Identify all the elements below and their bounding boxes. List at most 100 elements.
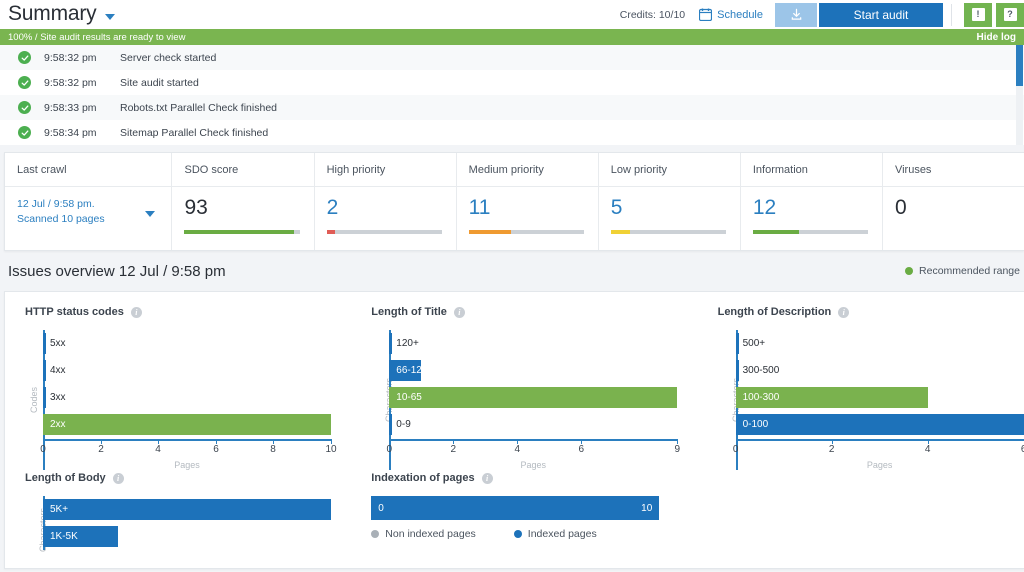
bar-label: 0-100 xyxy=(742,419,769,430)
bar[interactable] xyxy=(43,333,46,354)
bar[interactable] xyxy=(389,414,393,435)
bar[interactable] xyxy=(43,499,331,520)
question-mark-icon: ? xyxy=(1003,8,1017,21)
plot-area: 5xx 4xx 3xx 2xx 0 2 4 6 8 10 Pages xyxy=(40,330,337,470)
audit-log-list: 9:58:32 pm Server check started 9:58:32 … xyxy=(0,45,1024,145)
metric-medium-priority: Medium priority 11 xyxy=(456,153,599,250)
bar[interactable] xyxy=(735,333,739,354)
log-time: 9:58:34 pm xyxy=(44,126,97,139)
info-icon[interactable]: i xyxy=(453,306,465,318)
metric-header: Last crawl xyxy=(5,153,172,187)
log-time: 9:58:33 pm xyxy=(44,101,97,114)
info-icon[interactable]: i xyxy=(481,472,493,484)
metric-viruses: Viruses 0 xyxy=(882,153,1024,250)
help-button[interactable]: ? xyxy=(996,2,1024,27)
x-tick-label: 4 xyxy=(514,444,521,455)
metric-body[interactable]: 12 Jul / 9:58 pm. Scanned 10 pages xyxy=(5,187,171,250)
metric-meter-fill xyxy=(184,230,294,234)
x-tick-label: 10 xyxy=(325,444,337,455)
hide-log-button[interactable]: Hide log xyxy=(977,32,1016,43)
bar[interactable] xyxy=(735,360,739,381)
info-icon[interactable]: i xyxy=(838,306,850,318)
legend-item[interactable]: Indexed pages xyxy=(513,528,597,540)
bar-row: 120+ xyxy=(389,330,677,357)
x-tick-labels: 0 2 4 6 8 10 xyxy=(40,444,336,460)
bar[interactable] xyxy=(43,360,46,381)
chart-length-of-title: Length of TitleiCharacters120+66-12010-6… xyxy=(351,302,697,470)
x-tick-label: 4 xyxy=(924,444,931,455)
x-tick-label: 6 xyxy=(578,444,585,455)
stacked-bar-chart: 0 10 Non indexed pages Indexed pages xyxy=(371,496,697,540)
bar-row: 0 10 xyxy=(371,496,660,520)
bar-label: 5xx xyxy=(50,338,66,349)
bar[interactable] xyxy=(43,414,331,435)
metric-value[interactable]: 5 xyxy=(611,197,726,219)
bar-row: 5xx xyxy=(43,330,331,357)
metric-meter-fill xyxy=(326,230,335,234)
bar-indexed[interactable] xyxy=(371,496,660,520)
scanned-pages[interactable]: Scanned 10 pages xyxy=(17,212,157,227)
start-audit-button[interactable]: Start audit xyxy=(819,2,943,27)
x-axis-label: Pages xyxy=(174,460,200,470)
chart-spacer xyxy=(698,470,1024,568)
metric-meter xyxy=(610,230,726,234)
metric-value[interactable]: 11 xyxy=(469,197,584,219)
x-tick-label: 9 xyxy=(674,444,681,455)
title-dropdown-caret-icon[interactable] xyxy=(105,13,116,20)
schedule-label: Schedule xyxy=(717,8,763,21)
legend-dot-icon xyxy=(513,530,522,538)
credits-label: Credits: 10/10 xyxy=(619,8,686,21)
log-message: Sitemap Parallel Check finished xyxy=(120,126,269,139)
metric-meter xyxy=(184,230,300,234)
log-message: Site audit started xyxy=(120,76,199,89)
info-icon[interactable]: i xyxy=(112,472,124,484)
export-button[interactable] xyxy=(775,2,817,27)
chart-title-text: Indexation of pages xyxy=(371,472,475,484)
bar-label: 120+ xyxy=(396,338,419,349)
bar[interactable] xyxy=(735,414,1024,435)
bar-label: 500+ xyxy=(742,338,766,349)
bar[interactable] xyxy=(43,387,46,408)
x-tick-label: 2 xyxy=(98,444,104,455)
bar-chart: Codes 5xx 4xx 3xx 2xx 0 2 4 6 8 10 Pages xyxy=(25,330,351,470)
non-indexed-value: 0 xyxy=(378,503,384,514)
bar-row: 3xx xyxy=(43,384,331,411)
bar-label: 4xx xyxy=(50,365,66,376)
chevron-down-icon[interactable] xyxy=(145,211,156,217)
bar-row: 300-500 xyxy=(735,357,1024,384)
bar-label: 66-120 xyxy=(396,365,428,376)
site-audit-summary-page: Summary Credits: 10/10 Schedule Start au… xyxy=(0,0,1024,572)
x-tick-labels: 0246 xyxy=(733,444,1024,460)
chart-http-status-codes: HTTP status codes i Codes 5xx 4xx 3xx 2xx 0 2 4 6 8… xyxy=(5,302,351,470)
x-axis-line xyxy=(735,439,1024,444)
legend-dot-icon xyxy=(371,530,380,538)
header-divider xyxy=(951,3,952,26)
metric-value[interactable]: 12 xyxy=(753,197,868,219)
log-row: 9:58:32 pm Server check started xyxy=(0,45,1024,70)
bar[interactable] xyxy=(389,333,393,354)
last-crawl-date[interactable]: 12 Jul / 9:58 pm. xyxy=(17,197,157,212)
schedule-button[interactable]: Schedule xyxy=(699,8,763,21)
bar-chart: Characters5K+1K-5K xyxy=(25,496,351,568)
bar-row: 66-120 xyxy=(389,357,677,384)
metric-value[interactable]: 2 xyxy=(327,197,442,219)
issues-overview-header: Issues overview 12 Jul / 9:58 pm Recomme… xyxy=(0,251,1024,291)
metric-meter xyxy=(468,230,584,234)
issues-charts-card: HTTP status codes i Codes 5xx 4xx 3xx 2xx 0 2 4 6 8… xyxy=(4,291,1024,569)
metric-body: 93 xyxy=(172,187,313,250)
metric-sdo-score: SDO score 93 xyxy=(172,153,315,250)
x-tick-label: 8 xyxy=(270,444,276,455)
bar[interactable] xyxy=(389,387,678,408)
metric-meter xyxy=(752,230,868,234)
chart-title: Length of Title i xyxy=(371,306,697,318)
recommended-range-legend: Recommended range xyxy=(905,265,1020,277)
x-tick-label: 0 xyxy=(386,444,393,455)
bar-label: 3xx xyxy=(50,392,66,403)
legend-item[interactable]: Non indexed pages xyxy=(371,528,476,540)
info-icon[interactable]: i xyxy=(130,306,142,318)
log-scrollbar-thumb[interactable] xyxy=(1016,45,1023,86)
bar-row: 10-65 xyxy=(389,384,678,411)
x-tick-label: 2 xyxy=(828,444,835,455)
feedback-button[interactable]: ! xyxy=(964,2,992,27)
chart-length-of-body: Length of BodyiCharacters5K+1K-5K xyxy=(5,470,351,568)
